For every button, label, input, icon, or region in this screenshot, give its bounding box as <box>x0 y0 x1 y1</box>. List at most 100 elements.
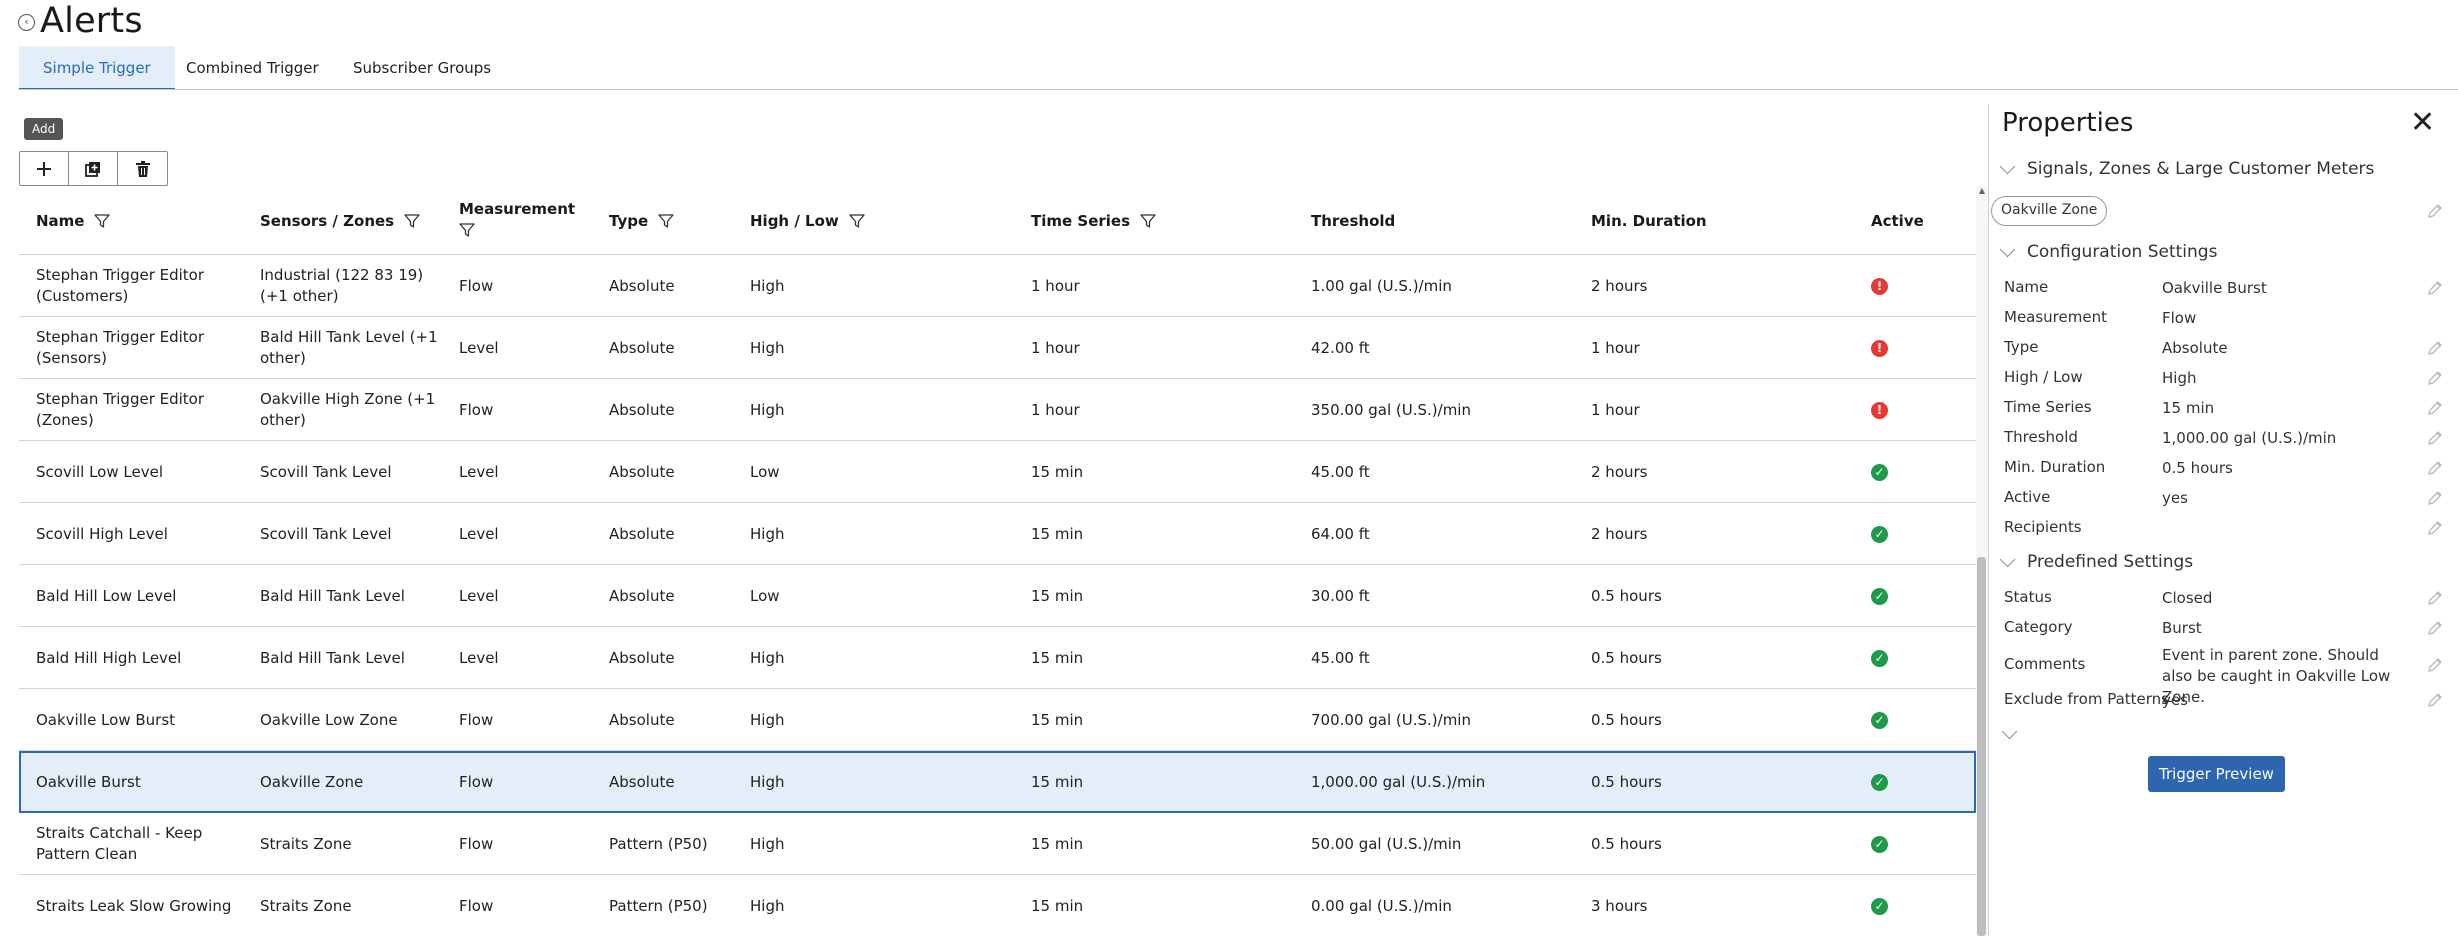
cell-text: 30.00 ft <box>1311 586 1370 605</box>
edit-pencil-icon[interactable] <box>2427 340 2443 356</box>
cell-text: 0.5 hours <box>1591 586 1662 605</box>
column-header-active[interactable]: Active <box>1871 186 1924 255</box>
cell-text: Oakville Low Burst <box>36 710 176 729</box>
cell-timeseries: 15 min <box>1031 503 1301 565</box>
edit-pencil-icon[interactable] <box>2427 430 2443 446</box>
column-header-duration[interactable]: Min. Duration <box>1591 186 1707 255</box>
edit-pencil-icon[interactable] <box>2427 490 2443 506</box>
filter-icon[interactable] <box>459 222 475 238</box>
cell-type: Pattern (P50) <box>609 813 739 875</box>
column-header-sensors[interactable]: Sensors / Zones <box>260 186 420 255</box>
edit-pencil-icon[interactable] <box>2427 520 2443 536</box>
cell-type: Absolute <box>609 503 739 565</box>
cell-name: Bald Hill High Level <box>36 627 246 689</box>
table-row[interactable]: Scovill Low Level Scovill Tank Level Level… <box>19 441 1976 503</box>
column-header-highlow[interactable]: High / Low <box>750 186 865 255</box>
column-header-label: High / Low <box>750 211 839 230</box>
cell-active: ! <box>1871 379 1971 441</box>
cell-text: Bald Hill Tank Level (+1 other) <box>260 328 438 367</box>
column-header-threshold[interactable]: Threshold <box>1311 186 1395 255</box>
toolbar <box>19 151 168 186</box>
filter-icon[interactable] <box>1140 213 1156 229</box>
column-header-type[interactable]: Type <box>609 186 674 255</box>
cell-highlow: High <box>750 317 1020 379</box>
edit-pencil-icon[interactable] <box>2427 370 2443 386</box>
table-row[interactable]: Stephan Trigger Editor (Sensors) Bald Hil… <box>19 317 1976 379</box>
tab-simple-trigger[interactable]: Simple Trigger <box>19 46 175 90</box>
cell-sensors: Oakville Zone <box>260 751 450 813</box>
cell-text: 1 hour <box>1031 338 1080 357</box>
more-section-toggle[interactable] <box>2001 722 2029 741</box>
cell-text: Flow <box>459 400 494 419</box>
edit-pencil-icon[interactable] <box>2427 400 2443 416</box>
back-icon[interactable]: ‹ <box>18 14 35 31</box>
tab-subscriber-groups[interactable]: Subscriber Groups <box>329 46 515 90</box>
edit-pencil-icon[interactable] <box>2427 460 2443 476</box>
table-row[interactable]: Bald Hill High Level Bald Hill Tank Level… <box>19 627 1976 689</box>
cell-text: Oakville Low Zone <box>260 710 398 729</box>
filter-icon[interactable] <box>658 213 674 229</box>
edit-pencil-icon[interactable] <box>2427 203 2443 219</box>
edit-pencil-icon[interactable] <box>2427 692 2443 708</box>
cell-highlow: High <box>750 255 1020 317</box>
cell-threshold: 64.00 ft <box>1311 503 1581 565</box>
cell-text: Stephan Trigger Editor (Zones) <box>36 390 205 429</box>
prop-label: Threshold <box>2004 428 2078 446</box>
cell-duration: 3 hours <box>1591 875 1861 936</box>
table-row[interactable]: Oakville Low Burst Oakville Low Zone Flow A… <box>19 689 1976 751</box>
edit-pencil-icon[interactable] <box>2427 280 2443 296</box>
edit-pencil-icon[interactable] <box>2427 620 2443 636</box>
trigger-preview-button[interactable]: Trigger Preview <box>2148 756 2285 792</box>
cell-highlow: High <box>750 751 1020 813</box>
table-row[interactable]: Straits Catchall - Keep Pattern Clean Str… <box>19 813 1976 875</box>
table-row[interactable]: Straits Leak Slow Growing Straits Zone Flo… <box>19 875 1976 936</box>
table-row[interactable]: Scovill High Level Scovill Tank Level Leve… <box>19 503 1976 565</box>
prop-value: yes <box>2162 489 2188 507</box>
cell-type: Absolute <box>609 255 739 317</box>
add-button[interactable] <box>20 152 69 185</box>
table-row[interactable]: Oakville Burst Oakville Zone Flow Absolute H… <box>19 751 1976 813</box>
config-section-header[interactable]: Configuration Settings <box>1999 241 2217 262</box>
table-row[interactable]: Stephan Trigger Editor (Customers) Indust… <box>19 255 1976 317</box>
filter-icon[interactable] <box>849 213 865 229</box>
cell-text: Absolute <box>609 648 675 667</box>
cell-timeseries: 15 min <box>1031 751 1301 813</box>
cell-text: Low <box>750 462 780 481</box>
cell-active: ✓ <box>1871 565 1971 627</box>
cell-measurement: Level <box>459 565 599 627</box>
tab-combined-trigger[interactable]: Combined Trigger <box>162 46 343 90</box>
cell-timeseries: 1 hour <box>1031 317 1301 379</box>
prop-label: Active <box>2004 488 2051 506</box>
cell-active: ✓ <box>1871 751 1971 813</box>
filter-icon[interactable] <box>404 213 420 229</box>
cell-text: 350.00 gal (U.S.)/min <box>1311 400 1471 419</box>
zone-chip[interactable]: Oakville Zone <box>1991 196 2108 226</box>
column-header-timeseries[interactable]: Time Series <box>1031 186 1156 255</box>
predefined-section-header[interactable]: Predefined Settings <box>1999 551 2193 572</box>
cell-text: High <box>750 276 785 295</box>
cell-duration: 2 hours <box>1591 255 1861 317</box>
table-row[interactable]: Stephan Trigger Editor (Zones) Oakville H… <box>19 379 1976 441</box>
cell-text: 15 min <box>1031 524 1084 543</box>
scrollbar-thumb[interactable] <box>1977 557 1986 936</box>
cell-text: Stephan Trigger Editor (Customers) <box>36 266 205 305</box>
cell-type: Absolute <box>609 317 739 379</box>
plus-icon <box>37 161 51 176</box>
cell-text: 3 hours <box>1591 896 1648 915</box>
edit-pencil-icon[interactable] <box>2427 590 2443 606</box>
filter-icon[interactable] <box>94 213 111 229</box>
column-header-name[interactable]: Name <box>36 186 111 255</box>
table-row[interactable]: Bald Hill Low Level Bald Hill Tank Level L… <box>19 565 1976 627</box>
cell-text: Scovill High Level <box>36 524 168 543</box>
close-icon[interactable]: ✕ <box>2410 108 2435 138</box>
scroll-up-arrow-icon[interactable]: ▲ <box>1977 186 1987 195</box>
cell-active: ✓ <box>1871 627 1971 689</box>
delete-button[interactable] <box>118 152 167 185</box>
duplicate-button[interactable] <box>69 152 118 185</box>
column-header-measurement[interactable]: Measurement <box>459 186 575 255</box>
cell-sensors: Scovill Tank Level <box>260 503 450 565</box>
edit-pencil-icon[interactable] <box>2427 657 2443 673</box>
signals-section-header[interactable]: Signals, Zones & Large Customer Meters <box>1999 158 2374 179</box>
prop-label: Time Series <box>2004 398 2092 416</box>
prop-value: 0.5 hours <box>2162 459 2233 477</box>
